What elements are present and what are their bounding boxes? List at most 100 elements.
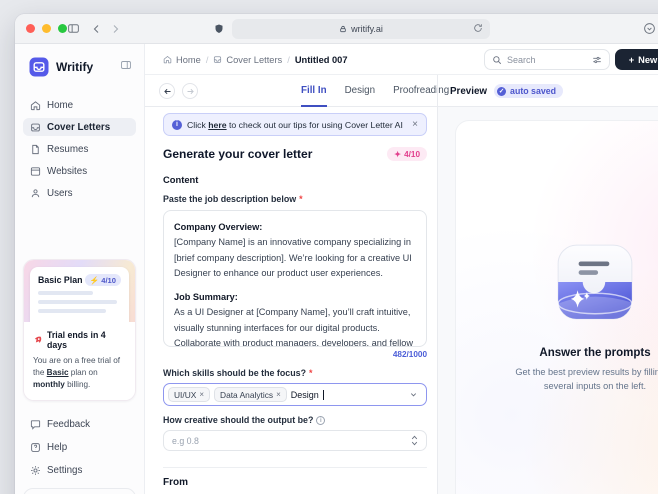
logo-row: Writify [15,44,144,88]
skills-multiselect[interactable]: UI/UX× Data Analytics× Design [163,383,427,406]
help-icon [30,442,41,453]
shield-icon[interactable] [213,22,225,40]
bolt-icon: ⚡ [90,276,99,285]
from-section-title: From [163,477,427,488]
forward-button[interactable] [182,83,198,99]
sidebar-item-label: Home [47,100,73,111]
sidebar-item-feedback[interactable]: Feedback [23,415,136,433]
creativity-input-box[interactable] [163,430,427,451]
sidebar-footer-nav: Feedback Help Settings [15,401,144,479]
check-icon: ✓ [497,87,506,96]
trial-info: Trial ends in 4 days You are on a free t… [24,322,135,400]
sidebar-item-resumes[interactable]: Resumes [23,140,136,158]
trial-title-text: Trial ends in 4 days [47,330,126,350]
inbox-icon [213,55,222,64]
sidebar-item-label: Help [47,442,67,453]
sidebar-item-help[interactable]: Help [23,438,136,456]
filter-sliders-icon[interactable] [592,55,602,65]
tips-banner[interactable]: i Click here to check out our tips for u… [163,113,427,136]
form-panel: i Click here to check out our tips for u… [145,107,437,494]
sidebar-item-label: Resumes [47,144,88,155]
rocket-icon [33,335,43,345]
section-divider [163,467,427,468]
plan-name: Basic Plan [38,275,83,285]
skills-typed-text: Design [291,390,319,400]
url-text: writify.ai [351,24,383,34]
job-description-textarea[interactable]: Company Overview:[Company Name] is an in… [163,210,427,347]
app-name: Writify [56,60,93,74]
tab-bar: Fill In Design Proofreading Preview ✓ au… [145,75,658,107]
close-icon[interactable]: × [412,119,418,130]
plus-icon: + [629,55,634,65]
breadcrumb-separator: / [287,55,290,65]
skeleton-line [38,300,117,304]
sidebar-item-settings[interactable]: Settings [23,461,136,479]
tab-fill-in[interactable]: Fill In [301,75,327,107]
browser-menu-icon[interactable] [643,22,656,40]
usage-badge: ✦ 4/10 [387,147,427,161]
writify-logo-icon [29,57,49,77]
preview-header: Preview ✓ auto saved [450,75,563,107]
user-icon [30,188,41,199]
user-account-card[interactable] [23,488,136,494]
main-area: Home / Cover Letters / Untitled 007 [145,44,658,494]
creativity-label: How creative should the output be? i [163,415,427,425]
banner-link[interactable]: here [208,120,226,130]
close-window-button[interactable] [26,24,35,33]
plan-card: Basic Plan ⚡4/10 [23,259,136,401]
browser-window: writify.ai Writify [15,14,658,494]
screen: writify.ai Writify [0,0,658,494]
banner-text: Click here to check out our tips for usi… [187,120,403,130]
home-icon [163,55,172,64]
sidebar-item-websites[interactable]: Websites [23,162,136,180]
gear-icon [30,465,41,476]
sidebar-collapse-icon[interactable] [120,58,132,76]
breadcrumb-home[interactable]: Home [163,55,201,65]
new-button[interactable]: + New [615,49,658,70]
skill-tag: Data Analytics× [214,387,287,402]
minimize-window-button[interactable] [42,24,51,33]
sparkle-icon: ✦ [394,149,401,159]
sidebar-item-label: Users [47,188,73,199]
skeleton-line [38,309,106,313]
number-stepper[interactable] [411,435,418,446]
breadcrumb: Home / Cover Letters / Untitled 007 [163,44,348,75]
home-icon [30,100,41,111]
browser-back-icon[interactable] [91,22,103,40]
window-controls [26,24,67,33]
preview-title: Answer the prompts [539,347,650,359]
chevron-down-icon[interactable] [409,390,418,399]
tab-proofreading[interactable]: Proofreading [393,75,449,107]
sidebar-item-users[interactable]: Users [23,184,136,202]
sidebar: Writify Home Cover Letters [15,44,145,494]
content-area: i Click here to check out our tips for u… [145,107,658,494]
inbox-icon [30,122,41,133]
info-outline-icon: i [316,416,325,425]
lock-icon [339,25,347,33]
autosave-badge: ✓ auto saved [494,84,563,98]
preview-description: Get the best preview results by filling … [504,366,658,394]
sidebar-item-home[interactable]: Home [23,96,136,114]
sidebar-item-label: Settings [47,465,82,476]
remove-tag-icon[interactable]: × [276,390,281,399]
reload-icon[interactable] [473,23,483,33]
app-root: Writify Home Cover Letters [15,44,658,494]
address-bar[interactable]: writify.ai [232,19,490,39]
document-icon [30,144,41,155]
sidebar-item-cover-letters[interactable]: Cover Letters [23,118,136,136]
remove-tag-icon[interactable]: × [199,390,204,399]
back-button[interactable] [159,83,175,99]
tab-design[interactable]: Design [345,75,376,107]
editor-tabs: Fill In Design Proofreading [301,75,449,107]
skeleton-line [38,291,93,295]
browser-sidebar-toggle-icon[interactable] [67,22,80,40]
maximize-window-button[interactable] [58,24,67,33]
preview-card: Answer the prompts Get the best preview … [455,120,658,494]
info-icon: i [172,120,182,130]
creativity-input[interactable] [172,436,411,446]
browser-window-icon [30,166,41,177]
browser-forward-icon[interactable] [109,22,121,40]
search-box[interactable] [484,49,610,70]
search-input[interactable] [507,55,587,65]
breadcrumb-cover-letters[interactable]: Cover Letters [213,55,282,65]
